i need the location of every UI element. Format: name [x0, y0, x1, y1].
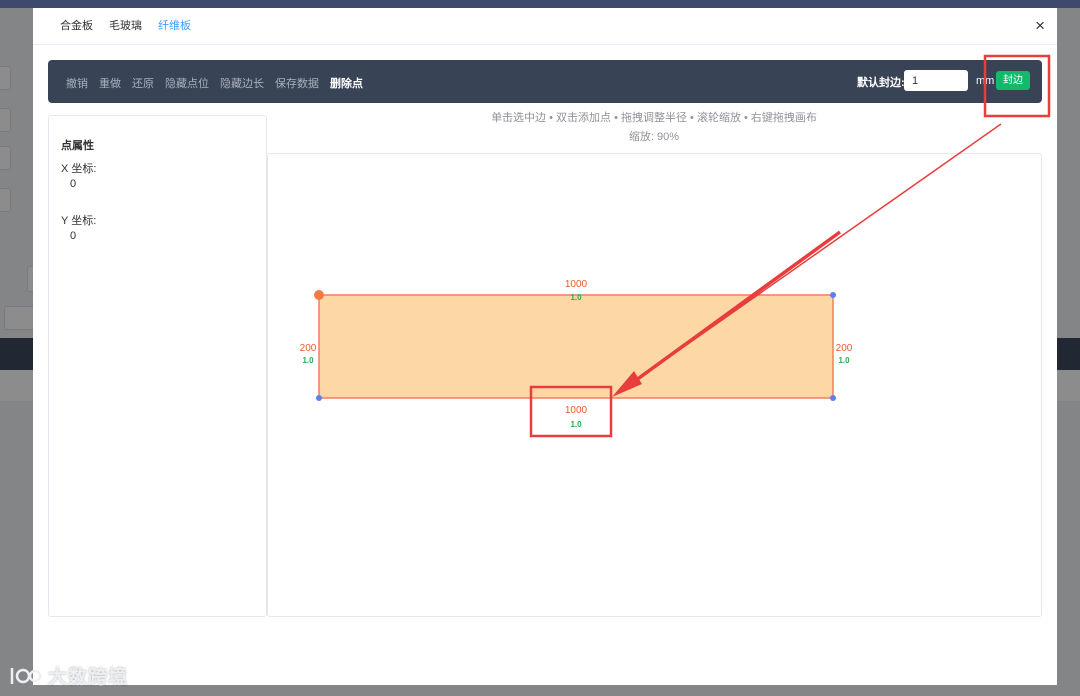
annotation-box-bottom-edge	[529, 385, 613, 438]
watermark-logo-icon	[10, 667, 42, 684]
annotation-arrow-head	[612, 371, 642, 397]
watermark-text: 大数跨境	[48, 667, 129, 688]
annotation-arrow-shaft	[626, 230, 842, 388]
watermark: 大数跨境	[8, 662, 128, 689]
annotation-layer	[529, 54, 1051, 438]
annotation-box-apply	[983, 54, 1051, 118]
